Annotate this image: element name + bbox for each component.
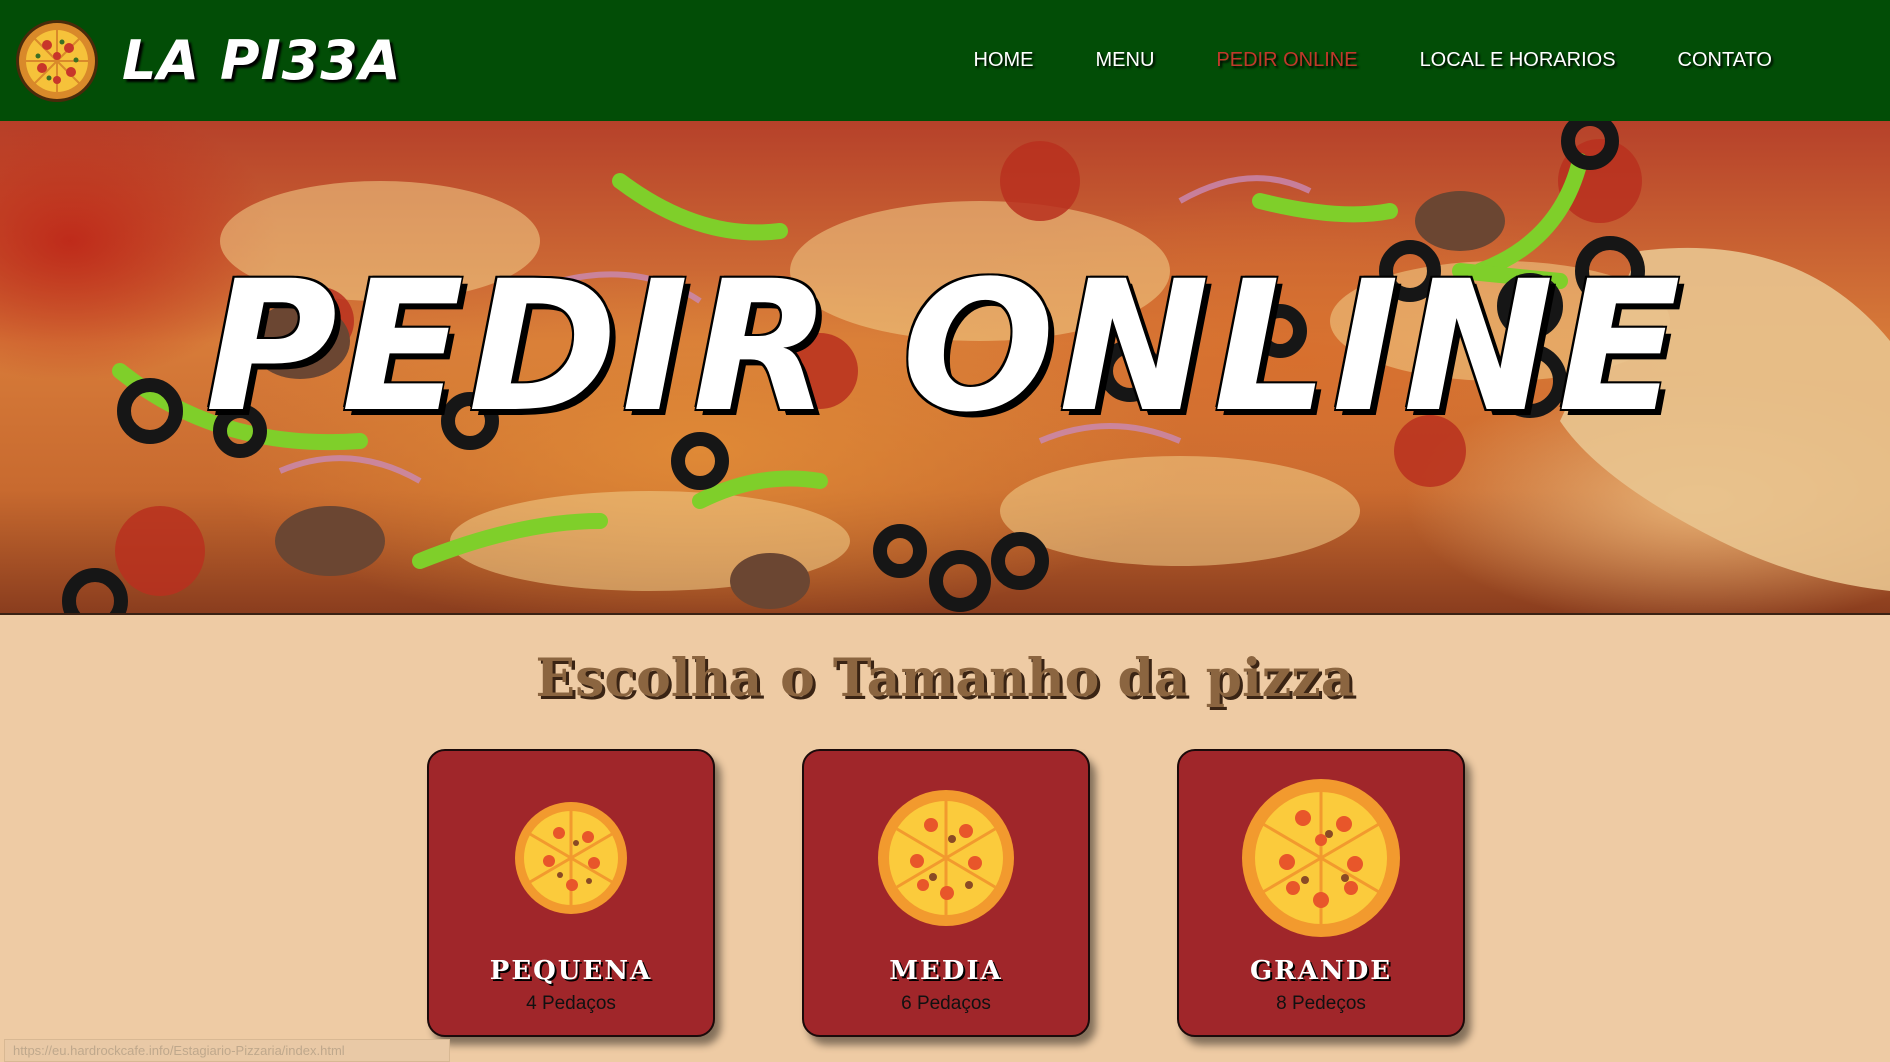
size-card-pequena[interactable]: PEQUENA 4 Pedaços [427, 749, 715, 1037]
hero-title: PEDIR ONLINE [205, 243, 1685, 452]
pizza-small-icon [515, 802, 627, 914]
size-card-grande[interactable]: GRANDE 8 Pedeços [1177, 749, 1465, 1037]
nav-pedir-online[interactable]: PEDIR ONLINE [1216, 49, 1357, 72]
hero-banner: PEDIR ONLINE [0, 121, 1890, 615]
brand-title[interactable]: LA PI33A [122, 29, 402, 92]
pizza-medium-icon [878, 790, 1014, 926]
card-size-name: PEQUENA [489, 956, 653, 986]
pizza-large-icon [1242, 779, 1400, 937]
pizza-size-options: PEQUENA 4 Pedaços MEDIA 6 Pedaços GRANDE… [427, 749, 1467, 1037]
site-header: LA PI33A HOME MENU PEDIR ONLINE LOCAL E … [0, 0, 1890, 121]
card-size-name: MEDIA [889, 956, 1003, 986]
nav-home[interactable]: HOME [974, 49, 1034, 72]
card-size-name: GRANDE [1249, 956, 1393, 986]
link-status-bar: https://eu.hardrockcafe.info/Estagiario-… [4, 1039, 450, 1062]
nav-contato[interactable]: CONTATO [1678, 49, 1772, 72]
size-card-media[interactable]: MEDIA 6 Pedaços [802, 749, 1090, 1037]
brand[interactable]: LA PI33A [14, 18, 402, 104]
card-slices: 8 Pedeços [1276, 993, 1366, 1014]
pizza-logo-icon[interactable] [14, 18, 100, 104]
nav-menu[interactable]: MENU [1096, 49, 1155, 72]
card-slices: 4 Pedaços [526, 993, 616, 1014]
card-slices: 6 Pedaços [901, 993, 991, 1014]
main-nav: HOME MENU PEDIR ONLINE LOCAL E HORARIOS … [912, 0, 1772, 121]
section-title: Escolha o Tamanho da pizza [535, 648, 1355, 709]
nav-local-e-horarios[interactable]: LOCAL E HORARIOS [1420, 49, 1616, 72]
